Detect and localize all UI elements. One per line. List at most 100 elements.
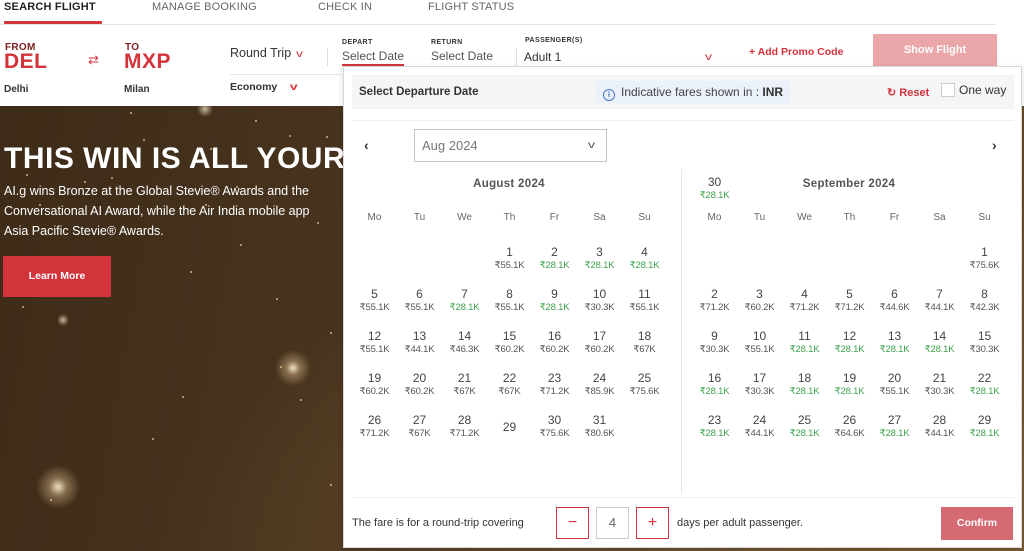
tab-search-flight[interactable]: SEARCH FLIGHT <box>4 1 102 24</box>
trip-type-select[interactable]: Round Trip v <box>230 46 303 60</box>
show-flight-button[interactable]: Show Flight <box>873 34 997 67</box>
depart-date-field[interactable]: Select Date <box>342 49 405 66</box>
day-fare-lowest: ₹28.1K <box>699 190 730 201</box>
calendar-day[interactable]: 27 ₹28.1K <box>872 413 917 441</box>
day-fare: ₹44.6K <box>879 302 910 313</box>
tab-flight-status[interactable]: FLIGHT STATUS <box>428 1 514 13</box>
calendar-day[interactable]: 29 ₹28.1K <box>962 413 1007 441</box>
day-fare: ₹30.3K <box>924 386 955 397</box>
calendar-day[interactable]: 5 ₹71.2K <box>827 287 872 315</box>
day-fare: ₹44.1K <box>744 428 775 439</box>
add-promo-code-link[interactable]: + Add Promo Code <box>749 46 843 58</box>
calendar-day[interactable]: 17 ₹30.3K <box>737 371 782 399</box>
calendar-day[interactable]: 28 ₹44.1K <box>917 413 962 441</box>
calendar-day[interactable]: 13 ₹28.1K <box>872 329 917 357</box>
calendar-day[interactable]: 12 ₹28.1K <box>827 329 872 357</box>
calendar-day[interactable]: 11 ₹28.1K <box>782 329 827 357</box>
calendar-day[interactable]: 1 ₹55.1K <box>487 245 532 273</box>
calendar-day[interactable]: 27 ₹67K <box>397 413 442 441</box>
calendar-day[interactable]: 19 ₹28.1K <box>827 371 872 399</box>
calendar-day[interactable]: 24 ₹44.1K <box>737 413 782 441</box>
fare-duration-suffix: days per adult passenger. <box>677 517 803 529</box>
calendar-day[interactable]: 4 ₹71.2K <box>782 287 827 315</box>
trip-days-value[interactable]: 4 <box>596 507 629 539</box>
tab-manage-booking[interactable]: MANAGE BOOKING <box>152 1 257 13</box>
calendar-day[interactable]: 3 ₹60.2K <box>737 287 782 315</box>
calendar-day[interactable]: 12 ₹55.1K <box>352 329 397 357</box>
calendar-day[interactable]: 18 ₹67K <box>622 329 667 357</box>
calendar-day[interactable]: 3 ₹28.1K <box>577 245 622 273</box>
cabin-class-select[interactable]: Economy v <box>230 81 298 93</box>
decrease-days-button[interactable]: − <box>556 507 589 539</box>
calendar-day[interactable]: 23 ₹71.2K <box>532 371 577 399</box>
confirm-button[interactable]: Confirm <box>941 507 1013 540</box>
calendar-day[interactable]: 6 ₹44.6K <box>872 287 917 315</box>
learn-more-button[interactable]: Learn More <box>3 256 111 297</box>
calendar-day[interactable]: 28 ₹71.2K <box>442 413 487 441</box>
calendar-day[interactable]: 14 ₹28.1K <box>917 329 962 357</box>
calendar-day[interactable]: 2 ₹71.2K <box>692 287 737 315</box>
calendar-day[interactable]: 14 ₹46.3K <box>442 329 487 357</box>
day-number: 13 <box>412 329 427 343</box>
day-fare: ₹71.2K <box>449 428 480 439</box>
calendar-day[interactable]: 9 ₹30.3K <box>692 329 737 357</box>
calendar-day[interactable]: 21 ₹67K <box>442 371 487 399</box>
calendar-day[interactable]: 10 ₹55.1K <box>737 329 782 357</box>
calendar-day[interactable]: 22 ₹67K <box>487 371 532 399</box>
calendar-day[interactable]: 8 ₹55.1K <box>487 287 532 315</box>
return-date-field[interactable]: Select Date <box>431 49 493 63</box>
previous-month-chevron-left-icon[interactable]: ‹ <box>364 137 369 153</box>
calendar-day[interactable]: 19 ₹60.2K <box>352 371 397 399</box>
calendar-day[interactable]: 20 ₹55.1K <box>872 371 917 399</box>
calendar-day[interactable]: 7 ₹44.1K <box>917 287 962 315</box>
calendar-day[interactable]: 15 ₹60.2K <box>487 329 532 357</box>
calendar-day[interactable]: 25 ₹75.6K <box>622 371 667 399</box>
calendar-day[interactable]: 23 ₹28.1K <box>692 413 737 441</box>
tab-check-in[interactable]: CHECK IN <box>318 1 372 13</box>
calendar-day[interactable]: 26 ₹64.6K <box>827 413 872 441</box>
calendar-day[interactable]: 10 ₹30.3K <box>577 287 622 315</box>
increase-days-button[interactable]: + <box>636 507 669 539</box>
calendar-day[interactable]: 29 <box>487 413 532 434</box>
calendar-day[interactable]: 7 ₹28.1K <box>442 287 487 315</box>
currency-notice-text: Indicative fares shown in : <box>621 85 763 99</box>
calendar-day[interactable]: 24 ₹85.9K <box>577 371 622 399</box>
calendar-day[interactable]: 17 ₹60.2K <box>577 329 622 357</box>
calendar-day[interactable]: 13 ₹44.1K <box>397 329 442 357</box>
calendar-day[interactable]: 11 ₹55.1K <box>622 287 667 315</box>
one-way-checkbox[interactable]: One way <box>941 83 1006 97</box>
calendar-day[interactable]: 25 ₹28.1K <box>782 413 827 441</box>
day-fare: ₹55.1K <box>494 260 525 271</box>
calendar-day[interactable]: 21 ₹30.3K <box>917 371 962 399</box>
calendar-day[interactable]: 30 ₹75.6K <box>532 413 577 441</box>
calendar-day[interactable]: 26 ₹71.2K <box>352 413 397 441</box>
month-dropdown[interactable]: Aug 2024 v <box>414 129 607 162</box>
day-fare-lowest: ₹28.1K <box>834 344 865 355</box>
reset-button[interactable]: ↻ Reset <box>887 86 929 99</box>
calendar-day[interactable]: 22 ₹28.1K <box>962 371 1007 399</box>
calendar-day[interactable]: 30 ₹28.1K <box>692 175 737 203</box>
swap-icon[interactable]: ⇄ <box>88 53 104 66</box>
calendar-day[interactable]: 6 ₹55.1K <box>397 287 442 315</box>
day-number: 25 <box>797 413 812 427</box>
day-fare: ₹60.2K <box>584 344 615 355</box>
calendar-day[interactable]: 20 ₹60.2K <box>397 371 442 399</box>
calendar-day[interactable]: 8 ₹42.3K <box>962 287 1007 315</box>
calendar-day[interactable]: 15 ₹30.3K <box>962 329 1007 357</box>
calendar-day[interactable]: 16 ₹60.2K <box>532 329 577 357</box>
day-fare: ₹75.6K <box>539 428 570 439</box>
calendar-day[interactable]: 4 ₹28.1K <box>622 245 667 273</box>
calendar-day[interactable]: 5 ₹55.1K <box>352 287 397 315</box>
calendar-day[interactable]: 18 ₹28.1K <box>782 371 827 399</box>
passengers-select[interactable]: Adult 1 v <box>524 50 714 64</box>
star-decoration <box>326 136 328 138</box>
calendar-day[interactable]: 2 ₹28.1K <box>532 245 577 273</box>
checkbox-box[interactable] <box>941 83 955 97</box>
next-month-chevron-right-icon[interactable]: › <box>992 137 997 153</box>
calendar-day[interactable]: 16 ₹28.1K <box>692 371 737 399</box>
calendar-day[interactable]: 1 ₹75.6K <box>962 245 1007 273</box>
day-number: 9 <box>711 329 718 343</box>
day-number: 14 <box>932 329 947 343</box>
calendar-day[interactable]: 31 ₹80.6K <box>577 413 622 441</box>
calendar-day[interactable]: 9 ₹28.1K <box>532 287 577 315</box>
